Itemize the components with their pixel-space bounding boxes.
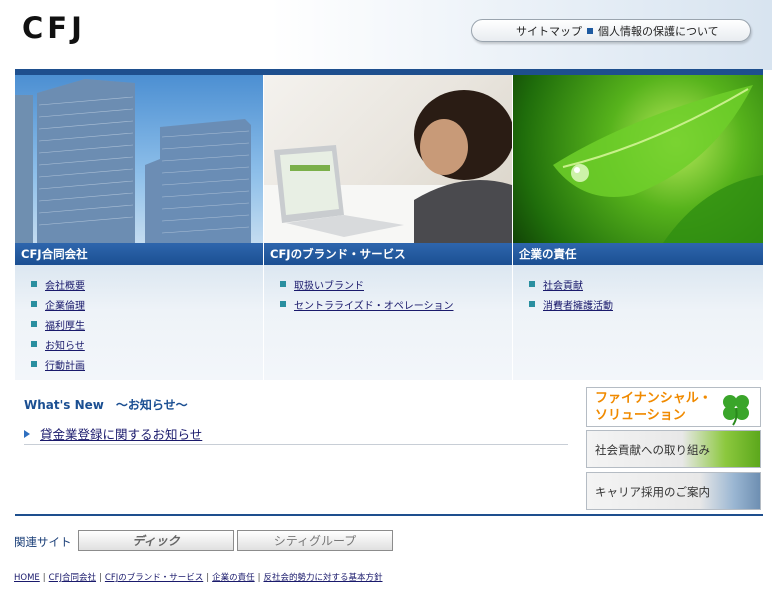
separator-square-icon xyxy=(587,27,593,34)
square-bullet-icon xyxy=(31,281,37,287)
ethics-link[interactable]: 企業倫理 xyxy=(45,297,85,312)
list-item: 社会貢献 xyxy=(513,274,763,294)
list-item: 行動計画 xyxy=(15,354,263,374)
responsibility-links: 社会貢献 消費者擁護活動 xyxy=(513,265,763,380)
square-bullet-icon xyxy=(529,281,535,287)
consumer-advocacy-link[interactable]: 消費者擁護活動 xyxy=(543,297,613,312)
square-bullet-icon xyxy=(280,301,286,307)
citigroup-site-button[interactable]: シティグループ xyxy=(237,530,393,551)
footer-divider: | xyxy=(257,573,261,583)
content-rule xyxy=(15,514,763,516)
news-link[interactable]: 貸金業登録に関するお知らせ xyxy=(40,424,202,443)
square-bullet-icon xyxy=(31,321,37,327)
footer-responsibility-link[interactable]: 企業の責任 xyxy=(212,573,255,583)
section-title-brands[interactable]: CFJのブランド・サービス xyxy=(264,243,512,265)
list-item: お知らせ xyxy=(15,334,263,354)
clover-icon xyxy=(723,395,749,426)
career-banner-label: キャリア採用のご案内 xyxy=(595,485,710,499)
list-item: 会社概要 xyxy=(15,274,263,294)
sitemap-link[interactable]: サイトマップ xyxy=(516,23,582,39)
list-item: 福利厚生 xyxy=(15,314,263,334)
arrow-right-icon xyxy=(24,429,30,438)
dic-site-button[interactable]: ディック xyxy=(78,530,234,551)
career-banner[interactable]: キャリア採用のご案内 xyxy=(586,472,761,510)
welfare-link[interactable]: 福利厚生 xyxy=(45,317,85,332)
footer-brands-link[interactable]: CFJのブランド・サービス xyxy=(105,573,203,583)
footer-links: HOME | CFJ合同会社 | CFJのブランド・サービス | 企業の責任 | 反社会的勢力に… xyxy=(14,571,383,583)
list-item: 企業倫理 xyxy=(15,294,263,314)
social-contribution-link[interactable]: 社会貢献 xyxy=(543,277,583,292)
square-bullet-icon xyxy=(529,301,535,307)
action-plan-link[interactable]: 行動計画 xyxy=(45,357,85,372)
social-contribution-banner[interactable]: 社会貢献への取り組み xyxy=(586,430,761,468)
cfj-logo[interactable]: CFJ xyxy=(22,11,86,45)
news-item: 貸金業登録に関するお知らせ xyxy=(24,423,568,445)
footer-divider: | xyxy=(99,573,102,583)
square-bullet-icon xyxy=(31,301,37,307)
footer-home-link[interactable]: HOME xyxy=(14,573,40,583)
footer-antisocial-policy-link[interactable]: 反社会的勢力に対する基本方針 xyxy=(264,573,383,583)
square-bullet-icon xyxy=(31,341,37,347)
related-sites-label: 関連サイト xyxy=(14,535,72,549)
list-item: セントラライズド・オペレーション xyxy=(264,294,512,314)
whats-new-heading: What's New ～お知らせ～ xyxy=(24,398,188,412)
footer-company-link[interactable]: CFJ合同会社 xyxy=(49,573,96,583)
company-overview-link[interactable]: 会社概要 xyxy=(45,277,85,292)
green-leaf-photo[interactable] xyxy=(513,75,763,243)
financial-line-1: ファイナンシャル・ xyxy=(595,391,712,406)
utility-links: サイトマップ 個人情報の保護について xyxy=(471,19,751,42)
brand-links: 取扱いブランド セントラライズド・オペレーション xyxy=(264,265,512,380)
section-title-responsibility[interactable]: 企業の責任 xyxy=(513,243,763,265)
privacy-link[interactable]: 個人情報の保護について xyxy=(598,23,719,39)
social-contribution-banner-label: 社会貢献への取り組み xyxy=(595,443,710,457)
list-item: 消費者擁護活動 xyxy=(513,294,763,314)
header: CFJ サイトマップ 個人情報の保護について xyxy=(0,0,772,70)
financial-solution-banner[interactable]: ファイナンシャル・ ソリューション xyxy=(586,387,761,427)
square-bullet-icon xyxy=(31,361,37,367)
brands-link[interactable]: 取扱いブランド xyxy=(294,277,364,292)
centralized-operation-link[interactable]: セントラライズド・オペレーション xyxy=(294,297,454,312)
square-bullet-icon xyxy=(280,281,286,287)
woman-laptop-photo[interactable] xyxy=(264,75,512,243)
section-title-company[interactable]: CFJ合同会社 xyxy=(15,243,263,265)
list-item: 取扱いブランド xyxy=(264,274,512,294)
footer-divider: | xyxy=(206,573,210,583)
footer-divider: | xyxy=(42,573,46,583)
financial-solution-text: ファイナンシャル・ ソリューション xyxy=(595,390,715,424)
company-links: 会社概要 企業倫理 福利厚生 お知らせ 行動計画 xyxy=(15,265,263,380)
notices-link[interactable]: お知らせ xyxy=(45,337,85,352)
office-buildings-photo[interactable] xyxy=(15,75,263,243)
financial-line-2: ソリューション xyxy=(595,408,686,423)
